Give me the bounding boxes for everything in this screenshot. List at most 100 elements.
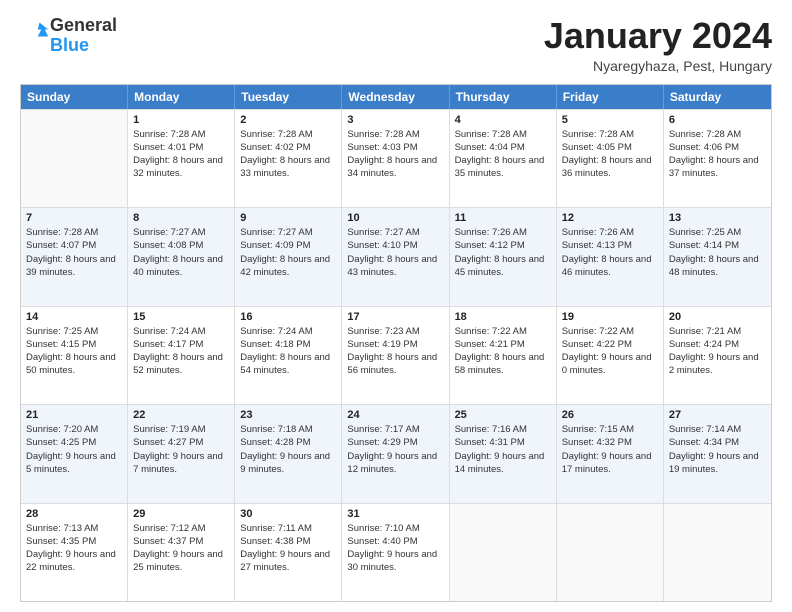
calendar-cell: 18Sunrise: 7:22 AMSunset: 4:21 PMDayligh… — [450, 307, 557, 404]
sunrise-text: Sunrise: 7:13 AM — [26, 522, 122, 535]
sunrise-text: Sunrise: 7:18 AM — [240, 423, 336, 436]
day-number: 31 — [347, 508, 443, 520]
calendar-cell: 3Sunrise: 7:28 AMSunset: 4:03 PMDaylight… — [342, 110, 449, 207]
calendar-cell: 19Sunrise: 7:22 AMSunset: 4:22 PMDayligh… — [557, 307, 664, 404]
day-number: 21 — [26, 409, 122, 421]
daylight-text: Daylight: 9 hours and 12 minutes. — [347, 450, 443, 477]
daylight-text: Daylight: 8 hours and 56 minutes. — [347, 351, 443, 378]
sunrise-text: Sunrise: 7:16 AM — [455, 423, 551, 436]
sunset-text: Sunset: 4:38 PM — [240, 535, 336, 548]
sunset-text: Sunset: 4:25 PM — [26, 436, 122, 449]
sunrise-text: Sunrise: 7:24 AM — [133, 325, 229, 338]
calendar-cell: 12Sunrise: 7:26 AMSunset: 4:13 PMDayligh… — [557, 208, 664, 305]
sunrise-text: Sunrise: 7:14 AM — [669, 423, 766, 436]
calendar-cell: 11Sunrise: 7:26 AMSunset: 4:12 PMDayligh… — [450, 208, 557, 305]
title-block: January 2024 Nyaregyhaza, Pest, Hungary — [544, 16, 772, 74]
sunrise-text: Sunrise: 7:12 AM — [133, 522, 229, 535]
sunrise-text: Sunrise: 7:17 AM — [347, 423, 443, 436]
calendar-cell: 5Sunrise: 7:28 AMSunset: 4:05 PMDaylight… — [557, 110, 664, 207]
sunrise-text: Sunrise: 7:28 AM — [562, 128, 658, 141]
sunset-text: Sunset: 4:35 PM — [26, 535, 122, 548]
calendar-cell: 22Sunrise: 7:19 AMSunset: 4:27 PMDayligh… — [128, 405, 235, 502]
calendar-cell: 1Sunrise: 7:28 AMSunset: 4:01 PMDaylight… — [128, 110, 235, 207]
calendar-week-row: 1Sunrise: 7:28 AMSunset: 4:01 PMDaylight… — [21, 109, 771, 207]
daylight-text: Daylight: 8 hours and 32 minutes. — [133, 154, 229, 181]
sunrise-text: Sunrise: 7:24 AM — [240, 325, 336, 338]
day-number: 25 — [455, 409, 551, 421]
day-number: 12 — [562, 212, 658, 224]
daylight-text: Daylight: 8 hours and 39 minutes. — [26, 253, 122, 280]
calendar-header-cell: Tuesday — [235, 85, 342, 109]
sunset-text: Sunset: 4:09 PM — [240, 239, 336, 252]
header: General Blue January 2024 Nyaregyhaza, P… — [20, 16, 772, 74]
calendar-header-cell: Wednesday — [342, 85, 449, 109]
day-number: 16 — [240, 311, 336, 323]
sunset-text: Sunset: 4:18 PM — [240, 338, 336, 351]
sunset-text: Sunset: 4:24 PM — [669, 338, 766, 351]
sunset-text: Sunset: 4:40 PM — [347, 535, 443, 548]
calendar-header-cell: Friday — [557, 85, 664, 109]
sunset-text: Sunset: 4:37 PM — [133, 535, 229, 548]
sunrise-text: Sunrise: 7:19 AM — [133, 423, 229, 436]
sunrise-text: Sunrise: 7:25 AM — [669, 226, 766, 239]
daylight-text: Daylight: 8 hours and 33 minutes. — [240, 154, 336, 181]
calendar-header-cell: Saturday — [664, 85, 771, 109]
day-number: 29 — [133, 508, 229, 520]
calendar-cell: 26Sunrise: 7:15 AMSunset: 4:32 PMDayligh… — [557, 405, 664, 502]
sunset-text: Sunset: 4:15 PM — [26, 338, 122, 351]
calendar-cell: 4Sunrise: 7:28 AMSunset: 4:04 PMDaylight… — [450, 110, 557, 207]
sunset-text: Sunset: 4:01 PM — [133, 141, 229, 154]
sunset-text: Sunset: 4:28 PM — [240, 436, 336, 449]
calendar-cell: 25 Sunrise: 7:16 AMSunset: 4:31 PMDayligh… — [450, 405, 557, 502]
day-number: 9 — [240, 212, 336, 224]
day-number: 28 — [26, 508, 122, 520]
calendar-cell: 7Sunrise: 7:28 AMSunset: 4:07 PMDaylight… — [21, 208, 128, 305]
day-number: 11 — [455, 212, 551, 224]
daylight-text: Daylight: 8 hours and 46 minutes. — [562, 253, 658, 280]
sunrise-text: Sunrise: 7:10 AM — [347, 522, 443, 535]
daylight-text: Daylight: 8 hours and 42 minutes. — [240, 253, 336, 280]
sunrise-text: Sunrise: 7:28 AM — [455, 128, 551, 141]
day-number: 14 — [26, 311, 122, 323]
sunrise-text: Sunrise: 7:23 AM — [347, 325, 443, 338]
calendar-cell: 17Sunrise: 7:23 AMSunset: 4:19 PMDayligh… — [342, 307, 449, 404]
daylight-text: Daylight: 8 hours and 58 minutes. — [455, 351, 551, 378]
daylight-text: Daylight: 9 hours and 9 minutes. — [240, 450, 336, 477]
sunset-text: Sunset: 4:12 PM — [455, 239, 551, 252]
logo: General Blue — [20, 16, 117, 56]
daylight-text: Daylight: 8 hours and 37 minutes. — [669, 154, 766, 181]
logo-blue-text: Blue — [50, 35, 89, 55]
calendar-cell: 8Sunrise: 7:27 AMSunset: 4:08 PMDaylight… — [128, 208, 235, 305]
daylight-text: Daylight: 9 hours and 14 minutes. — [455, 450, 551, 477]
day-number: 27 — [669, 409, 766, 421]
logo-text: General Blue — [50, 16, 117, 56]
sunrise-text: Sunrise: 7:26 AM — [562, 226, 658, 239]
sunrise-text: Sunrise: 7:22 AM — [562, 325, 658, 338]
calendar-cell: 13Sunrise: 7:25 AMSunset: 4:14 PMDayligh… — [664, 208, 771, 305]
calendar-cell: 30Sunrise: 7:11 AMSunset: 4:38 PMDayligh… — [235, 504, 342, 601]
sunrise-text: Sunrise: 7:27 AM — [240, 226, 336, 239]
day-number: 24 — [347, 409, 443, 421]
calendar-cell: 14Sunrise: 7:25 AMSunset: 4:15 PMDayligh… — [21, 307, 128, 404]
sunrise-text: Sunrise: 7:28 AM — [26, 226, 122, 239]
sunset-text: Sunset: 4:05 PM — [562, 141, 658, 154]
day-number: 10 — [347, 212, 443, 224]
daylight-text: Daylight: 8 hours and 40 minutes. — [133, 253, 229, 280]
sunrise-text: Sunrise: 7:28 AM — [669, 128, 766, 141]
calendar-week-row: 7Sunrise: 7:28 AMSunset: 4:07 PMDaylight… — [21, 207, 771, 305]
sunrise-text: Sunrise: 7:27 AM — [133, 226, 229, 239]
sunrise-text: Sunrise: 7:27 AM — [347, 226, 443, 239]
page: General Blue January 2024 Nyaregyhaza, P… — [0, 0, 792, 612]
day-number: 19 — [562, 311, 658, 323]
daylight-text: Daylight: 8 hours and 52 minutes. — [133, 351, 229, 378]
calendar-header-cell: Monday — [128, 85, 235, 109]
calendar-body: 1Sunrise: 7:28 AMSunset: 4:01 PMDaylight… — [21, 109, 771, 601]
logo-icon — [22, 19, 50, 47]
daylight-text: Daylight: 8 hours and 34 minutes. — [347, 154, 443, 181]
calendar-cell — [664, 504, 771, 601]
day-number: 15 — [133, 311, 229, 323]
sunrise-text: Sunrise: 7:20 AM — [26, 423, 122, 436]
calendar-cell: 29Sunrise: 7:12 AMSunset: 4:37 PMDayligh… — [128, 504, 235, 601]
sunset-text: Sunset: 4:31 PM — [455, 436, 551, 449]
sunset-text: Sunset: 4:17 PM — [133, 338, 229, 351]
